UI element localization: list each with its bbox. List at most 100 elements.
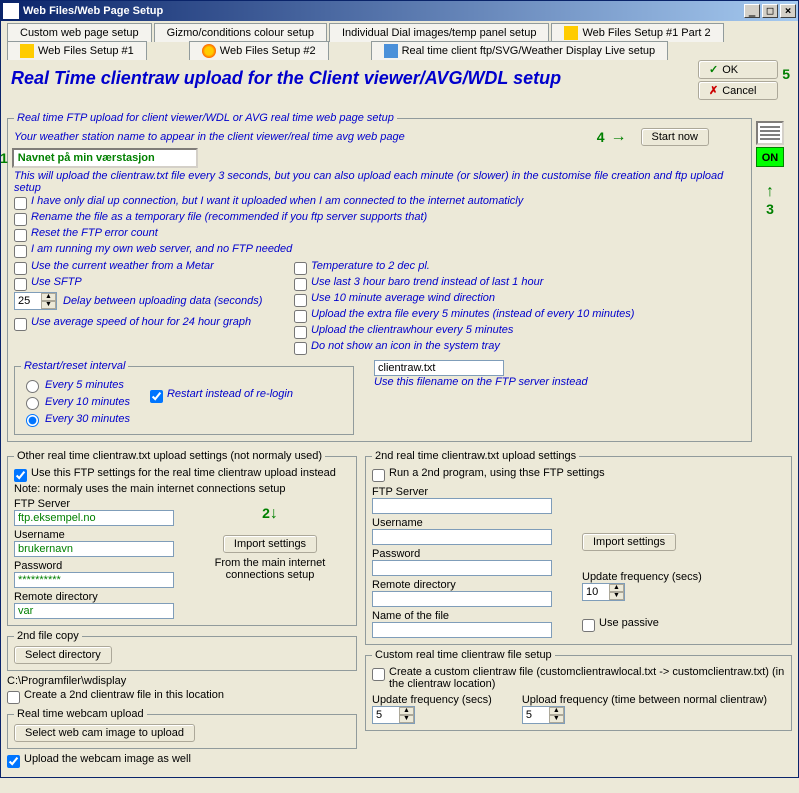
chk-rename-temp[interactable] <box>14 213 27 226</box>
chk-use-passive[interactable] <box>582 619 595 632</box>
second-copy-path: C:\Programfiler\wdisplay <box>7 675 357 687</box>
step-4: 4 <box>597 129 605 145</box>
spin-down[interactable]: ▼ <box>41 301 56 309</box>
second-copy-group: 2nd file copy Select directory <box>7 630 357 671</box>
tab-webfiles-2[interactable]: Web Files Setup #2 <box>189 41 329 60</box>
chk-10min-wind[interactable] <box>294 294 307 307</box>
tab-webfiles-1[interactable]: Web Files Setup #1 <box>7 41 147 60</box>
tab-row-2: Web Files Setup #1 Web Files Setup #2 Re… <box>7 42 792 60</box>
import-note: From the main internet connections setup <box>190 557 350 581</box>
chk-create-2nd-file[interactable] <box>7 691 20 704</box>
upload-desc: This will upload the clientraw.txt file … <box>14 170 745 194</box>
chk-3hr-baro[interactable] <box>294 278 307 291</box>
tab-gizmo-colour[interactable]: Gizmo/conditions colour setup <box>154 23 327 42</box>
select-webcam-button[interactable]: Select web cam image to upload <box>14 724 195 742</box>
minimize-button[interactable]: _ <box>744 4 760 18</box>
chk-extra-5min[interactable] <box>294 310 307 323</box>
titlebar: Web Files/Web Page Setup _ □ × <box>1 1 798 21</box>
ftp2-pass-input[interactable] <box>372 560 552 576</box>
chk-dialup[interactable] <box>14 197 27 210</box>
chk-sftp[interactable] <box>14 278 27 291</box>
step-1: 1 <box>0 150 8 166</box>
page-icon <box>564 26 578 40</box>
ftp2-pass-label: Password <box>372 548 562 560</box>
app-icon <box>3 3 19 19</box>
radio-30min[interactable] <box>26 414 39 427</box>
custom-upd-spinner[interactable]: ▲▼ <box>372 706 415 724</box>
password-label: Password <box>14 560 174 572</box>
chk-use-ftp-settings[interactable] <box>14 469 27 482</box>
sun-icon <box>202 44 216 58</box>
chk-create-custom[interactable] <box>372 668 385 681</box>
filename-note: Use this filename on the FTP server inst… <box>374 376 588 388</box>
ftp2-server-input[interactable] <box>372 498 552 514</box>
select-directory-button[interactable]: Select directory <box>14 646 112 664</box>
other-note: Note: normaly uses the main internet con… <box>14 483 350 495</box>
chk-upload-webcam[interactable] <box>7 755 20 768</box>
webcam-group: Real time webcam upload Select web cam i… <box>7 708 357 749</box>
ftp2-rdir-label: Remote directory <box>372 579 562 591</box>
custom-file-group: Custom real time clientraw file setup Cr… <box>365 649 792 731</box>
ftp2-name-input[interactable] <box>372 622 552 638</box>
webcam-legend: Real time webcam upload <box>14 708 147 720</box>
cancel-button[interactable]: Cancel <box>698 81 778 100</box>
delay-spinner[interactable]: ▲▼ <box>14 292 57 310</box>
tab-dial-images[interactable]: Individual Dial images/temp panel setup <box>329 23 549 42</box>
chk-metar[interactable] <box>14 262 27 275</box>
chk-no-tray-icon[interactable] <box>294 342 307 355</box>
username-input[interactable] <box>14 541 174 557</box>
chk-avg-speed[interactable] <box>14 318 27 331</box>
ftp-server-label: FTP Server <box>14 498 174 510</box>
ftp2-rdir-input[interactable] <box>372 591 552 607</box>
page-icon <box>20 44 34 58</box>
other-settings-group: Other real time clientraw.txt upload set… <box>7 450 357 626</box>
chk-hour-5min[interactable] <box>294 326 307 339</box>
radio-10min[interactable] <box>26 397 39 410</box>
start-now-button[interactable]: Start now <box>641 128 709 146</box>
freq2-spinner[interactable]: ▲▼ <box>582 583 625 601</box>
second-upload-group: 2nd real time clientraw.txt upload setti… <box>365 450 792 645</box>
second-copy-legend: 2nd file copy <box>14 630 82 642</box>
ftp2-user-label: Username <box>372 517 562 529</box>
ftp2-name-label: Name of the file <box>372 610 562 622</box>
chk-temp-2dec[interactable] <box>294 262 307 275</box>
check-icon <box>709 63 718 76</box>
remote-dir-input[interactable] <box>14 603 174 619</box>
ftp-server-input[interactable] <box>14 510 174 526</box>
chk-reset-error[interactable] <box>14 229 27 242</box>
custom-upl-spinner[interactable]: ▲▼ <box>522 706 565 724</box>
weather-icon <box>384 44 398 58</box>
restart-legend: Restart/reset interval <box>21 360 128 372</box>
import-settings-button[interactable]: Import settings <box>223 535 317 553</box>
realtime-ftp-group: Real time FTP upload for client viewer/W… <box>7 112 752 442</box>
radio-5min[interactable] <box>26 380 39 393</box>
maximize-button[interactable]: □ <box>762 4 778 18</box>
on-toggle[interactable]: ON <box>756 147 784 167</box>
step-5: 5 <box>782 66 790 82</box>
station-name-label: Your weather station name to appear in t… <box>14 131 405 143</box>
spin-up[interactable]: ▲ <box>41 293 56 301</box>
tab-row-1: Custom web page setup Gizmo/conditions c… <box>7 23 792 42</box>
password-input[interactable] <box>14 572 174 588</box>
tab-webfiles-1-part2[interactable]: Web Files Setup #1 Part 2 <box>551 23 723 42</box>
station-name-input[interactable] <box>12 148 198 168</box>
arrow-up-icon: ↑ <box>766 183 774 201</box>
other-legend: Other real time clientraw.txt upload set… <box>14 450 325 462</box>
ftp2-user-input[interactable] <box>372 529 552 545</box>
tab-realtime-ftp[interactable]: Real time client ftp/SVG/Weather Display… <box>371 41 669 60</box>
close-button[interactable]: × <box>780 4 796 18</box>
filename-input[interactable] <box>374 360 504 376</box>
step-2: 2 <box>262 505 270 521</box>
import-settings-2-button[interactable]: Import settings <box>582 533 676 551</box>
chk-restart-relogin[interactable] <box>150 390 163 403</box>
custom-upd-label: Update frequency (secs) <box>372 694 492 706</box>
chk-own-webserver[interactable] <box>14 245 27 258</box>
step-3: 3 <box>766 201 774 217</box>
restart-group: Restart/reset interval Every 5 minutes E… <box>14 360 354 435</box>
chk-run-2nd-program[interactable] <box>372 469 385 482</box>
ok-button[interactable]: OK <box>698 60 778 79</box>
tab-custom-web-page[interactable]: Custom web page setup <box>7 23 152 42</box>
freq2-label: Update frequency (secs) <box>582 571 702 583</box>
realtime-ftp-legend: Real time FTP upload for client viewer/W… <box>14 112 397 124</box>
username-label: Username <box>14 529 174 541</box>
